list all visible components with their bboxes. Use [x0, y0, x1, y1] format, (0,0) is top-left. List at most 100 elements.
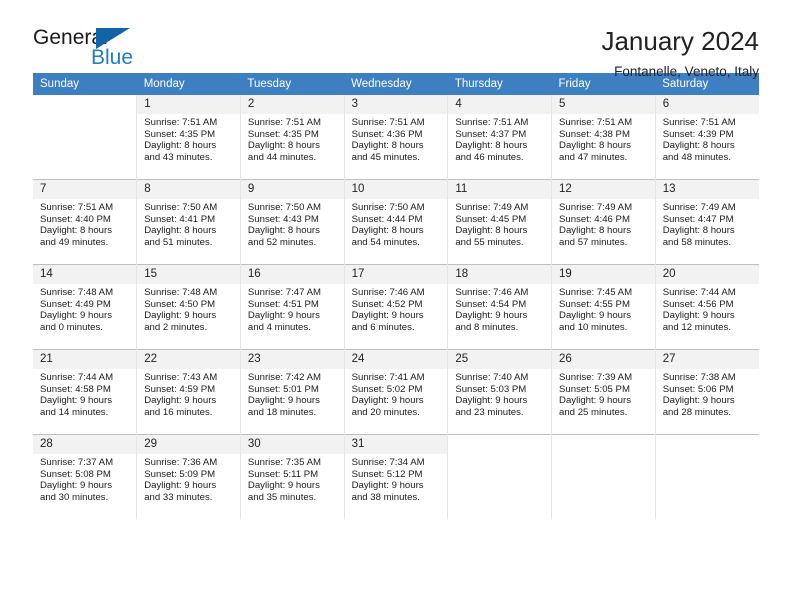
- daylight-text-line1: Daylight: 8 hours: [455, 225, 528, 237]
- calendar-day-cell[interactable]: 30 Sunrise: 7:35 AM Sunset: 5:11 PM Dayligh…: [239, 434, 345, 519]
- sunrise-text: Sunrise: 7:36 AM: [144, 457, 218, 468]
- day-details: Sunrise: 7:50 AM Sunset: 4:43 PM Daylight:…: [241, 199, 344, 248]
- calendar-day-cell[interactable]: 31 Sunrise: 7:34 AM Sunset: 5:12 PM Dayligh…: [343, 434, 448, 519]
- daylight-text-line1: Daylight: 9 hours: [144, 480, 217, 492]
- daylight-text-line1: Daylight: 8 hours: [559, 140, 632, 152]
- daylight-text-line2: and 14 minutes.: [40, 406, 109, 418]
- calendar-day-cell[interactable]: 18 Sunrise: 7:46 AM Sunset: 4:54 PM Dayligh…: [447, 264, 552, 350]
- general-blue-logo[interactable]: General Blue: [33, 26, 153, 74]
- day-number: 27: [655, 350, 759, 369]
- day-number: 29: [137, 435, 240, 454]
- calendar-week-row: 21 Sunrise: 7:44 AM Sunset: 4:58 PM Dayligh…: [33, 349, 759, 435]
- daylight-text-line2: and 48 minutes.: [662, 151, 731, 163]
- calendar-day-cell[interactable]: 12 Sunrise: 7:49 AM Sunset: 4:46 PM Dayligh…: [551, 179, 656, 265]
- day-details: Sunrise: 7:51 AM Sunset: 4:35 PM Daylight:…: [137, 114, 240, 163]
- sunrise-text: Sunrise: 7:39 AM: [559, 372, 633, 383]
- daylight-text-line2: and 2 minutes.: [144, 321, 208, 333]
- calendar-day-cell[interactable]: 13 Sunrise: 7:49 AM Sunset: 4:47 PM Dayligh…: [654, 179, 759, 265]
- day-number: 1: [137, 95, 240, 114]
- calendar-week-row: 28 Sunrise: 7:37 AM Sunset: 5:08 PM Dayligh…: [33, 434, 759, 519]
- day-number: 14: [33, 265, 137, 284]
- calendar-day-cell[interactable]: 10 Sunrise: 7:50 AM Sunset: 4:44 PM Dayligh…: [343, 179, 448, 265]
- sunset-text: Sunset: 5:09 PM: [144, 468, 216, 480]
- day-number: 30: [240, 435, 344, 454]
- calendar-day-cell[interactable]: 25 Sunrise: 7:40 AM Sunset: 5:03 PM Dayligh…: [447, 349, 552, 435]
- calendar-day-cell[interactable]: 20 Sunrise: 7:44 AM Sunset: 4:56 PM Dayligh…: [654, 264, 759, 350]
- daylight-text-line2: and 57 minutes.: [559, 236, 628, 248]
- calendar-day-cell[interactable]: 2 Sunrise: 7:51 AM Sunset: 4:35 PM Daylight…: [239, 95, 345, 180]
- day-details: Sunrise: 7:47 AM Sunset: 4:51 PM Daylight:…: [241, 284, 344, 333]
- day-number: 8: [137, 180, 240, 199]
- sunrise-text: Sunrise: 7:46 AM: [455, 287, 529, 298]
- sunrise-text: Sunrise: 7:51 AM: [144, 117, 218, 128]
- sunset-text: Sunset: 4:37 PM: [455, 128, 527, 140]
- day-number: 23: [240, 350, 344, 369]
- day-details: Sunrise: 7:50 AM Sunset: 4:41 PM Daylight:…: [137, 199, 240, 248]
- calendar-day-cell[interactable]: 23 Sunrise: 7:42 AM Sunset: 5:01 PM Dayligh…: [239, 349, 345, 435]
- sunrise-text: Sunrise: 7:45 AM: [559, 287, 633, 298]
- day-details: Sunrise: 7:38 AM Sunset: 5:06 PM Daylight:…: [656, 369, 759, 418]
- daylight-text-line2: and 47 minutes.: [559, 151, 628, 163]
- calendar-day-cell[interactable]: 1 Sunrise: 7:51 AM Sunset: 4:35 PM Daylight…: [136, 95, 241, 180]
- page-header: General Blue January 2024 Fontanelle, Ve…: [33, 0, 759, 79]
- day-details: Sunrise: 7:51 AM Sunset: 4:40 PM Daylight:…: [33, 199, 136, 248]
- day-details: Sunrise: 7:48 AM Sunset: 4:49 PM Daylight:…: [33, 284, 136, 333]
- calendar-day-cell[interactable]: 9 Sunrise: 7:50 AM Sunset: 4:43 PM Daylight…: [239, 179, 345, 265]
- sunset-text: Sunset: 5:12 PM: [351, 468, 423, 480]
- sunrise-text: Sunrise: 7:37 AM: [40, 457, 114, 468]
- sunset-text: Sunset: 4:51 PM: [247, 298, 319, 310]
- daylight-text-line2: and 46 minutes.: [455, 151, 524, 163]
- sunset-text: Sunset: 5:08 PM: [40, 468, 111, 480]
- weekday-header-sunday: Sunday: [33, 73, 137, 95]
- daylight-text-line2: and 44 minutes.: [247, 151, 317, 163]
- daylight-text-line1: Daylight: 8 hours: [559, 225, 632, 237]
- calendar-day-cell[interactable]: 6 Sunrise: 7:51 AM Sunset: 4:39 PM Daylight…: [654, 95, 759, 180]
- day-number: 17: [344, 265, 448, 284]
- day-number: 25: [448, 350, 552, 369]
- calendar-day-cell[interactable]: 27 Sunrise: 7:38 AM Sunset: 5:06 PM Dayligh…: [654, 349, 759, 435]
- calendar-day-cell[interactable]: 15 Sunrise: 7:48 AM Sunset: 4:50 PM Dayligh…: [136, 264, 241, 350]
- calendar-day-cell[interactable]: 19 Sunrise: 7:45 AM Sunset: 4:55 PM Dayligh…: [551, 264, 656, 350]
- calendar-day-cell[interactable]: 14 Sunrise: 7:48 AM Sunset: 4:49 PM Dayligh…: [33, 264, 137, 350]
- calendar-day-cell[interactable]: 28 Sunrise: 7:37 AM Sunset: 5:08 PM Dayligh…: [33, 434, 137, 519]
- title-block: January 2024 Fontanelle, Veneto, Italy: [601, 26, 759, 82]
- calendar-day-cell[interactable]: 24 Sunrise: 7:41 AM Sunset: 5:02 PM Dayligh…: [343, 349, 448, 435]
- calendar-day-cell[interactable]: 29 Sunrise: 7:36 AM Sunset: 5:09 PM Dayligh…: [136, 434, 241, 519]
- day-details: Sunrise: 7:51 AM Sunset: 4:38 PM Daylight:…: [552, 114, 655, 163]
- daylight-text-line2: and 12 minutes.: [662, 321, 731, 333]
- sunrise-text: Sunrise: 7:35 AM: [247, 457, 321, 468]
- calendar-day-cell[interactable]: 8 Sunrise: 7:50 AM Sunset: 4:41 PM Daylight…: [136, 179, 241, 265]
- sunrise-text: Sunrise: 7:51 AM: [455, 117, 529, 128]
- daylight-text-line2: and 43 minutes.: [144, 151, 213, 163]
- calendar-day-cell[interactable]: 21 Sunrise: 7:44 AM Sunset: 4:58 PM Dayligh…: [33, 349, 137, 435]
- calendar-day-cell[interactable]: 11 Sunrise: 7:49 AM Sunset: 4:45 PM Dayligh…: [447, 179, 552, 265]
- day-number: 21: [33, 350, 137, 369]
- calendar-day-cell[interactable]: 7 Sunrise: 7:51 AM Sunset: 4:40 PM Daylight…: [33, 179, 137, 265]
- daylight-text-line2: and 52 minutes.: [247, 236, 317, 248]
- daylight-text-line1: Daylight: 9 hours: [144, 310, 217, 322]
- sunrise-text: Sunrise: 7:51 AM: [40, 202, 114, 213]
- daylight-text-line2: and 30 minutes.: [40, 491, 109, 503]
- daylight-text-line2: and 4 minutes.: [247, 321, 311, 333]
- sunset-text: Sunset: 5:11 PM: [247, 468, 319, 480]
- calendar-table: Sunday Monday Tuesday Wednesday Thursday Frid…: [33, 73, 759, 519]
- day-number-bar: [448, 435, 552, 454]
- calendar-day-cell[interactable]: 26 Sunrise: 7:39 AM Sunset: 5:05 PM Dayligh…: [551, 349, 656, 435]
- calendar-day-cell[interactable]: 16 Sunrise: 7:47 AM Sunset: 4:51 PM Dayligh…: [239, 264, 345, 350]
- calendar-day-cell[interactable]: 5 Sunrise: 7:51 AM Sunset: 4:38 PM Daylight…: [551, 95, 656, 180]
- sunset-text: Sunset: 4:38 PM: [559, 128, 630, 140]
- day-number-bar: [655, 435, 759, 454]
- day-details: Sunrise: 7:37 AM Sunset: 5:08 PM Daylight:…: [33, 454, 136, 503]
- page-title: January 2024: [601, 26, 759, 56]
- sunset-text: Sunset: 4:50 PM: [144, 298, 216, 310]
- sunrise-text: Sunrise: 7:43 AM: [144, 372, 218, 383]
- sunset-text: Sunset: 5:05 PM: [559, 383, 630, 395]
- sunrise-text: Sunrise: 7:38 AM: [662, 372, 736, 383]
- calendar-day-cell[interactable]: 4 Sunrise: 7:51 AM Sunset: 4:37 PM Daylight…: [447, 95, 552, 180]
- calendar-day-cell-empty: [654, 434, 759, 519]
- calendar-day-cell[interactable]: 3 Sunrise: 7:51 AM Sunset: 4:36 PM Daylight…: [343, 95, 448, 180]
- calendar-day-cell[interactable]: 22 Sunrise: 7:43 AM Sunset: 4:59 PM Dayligh…: [136, 349, 241, 435]
- sunrise-text: Sunrise: 7:51 AM: [559, 117, 633, 128]
- daylight-text-line1: Daylight: 9 hours: [662, 395, 735, 407]
- calendar-day-cell[interactable]: 17 Sunrise: 7:46 AM Sunset: 4:52 PM Dayligh…: [343, 264, 448, 350]
